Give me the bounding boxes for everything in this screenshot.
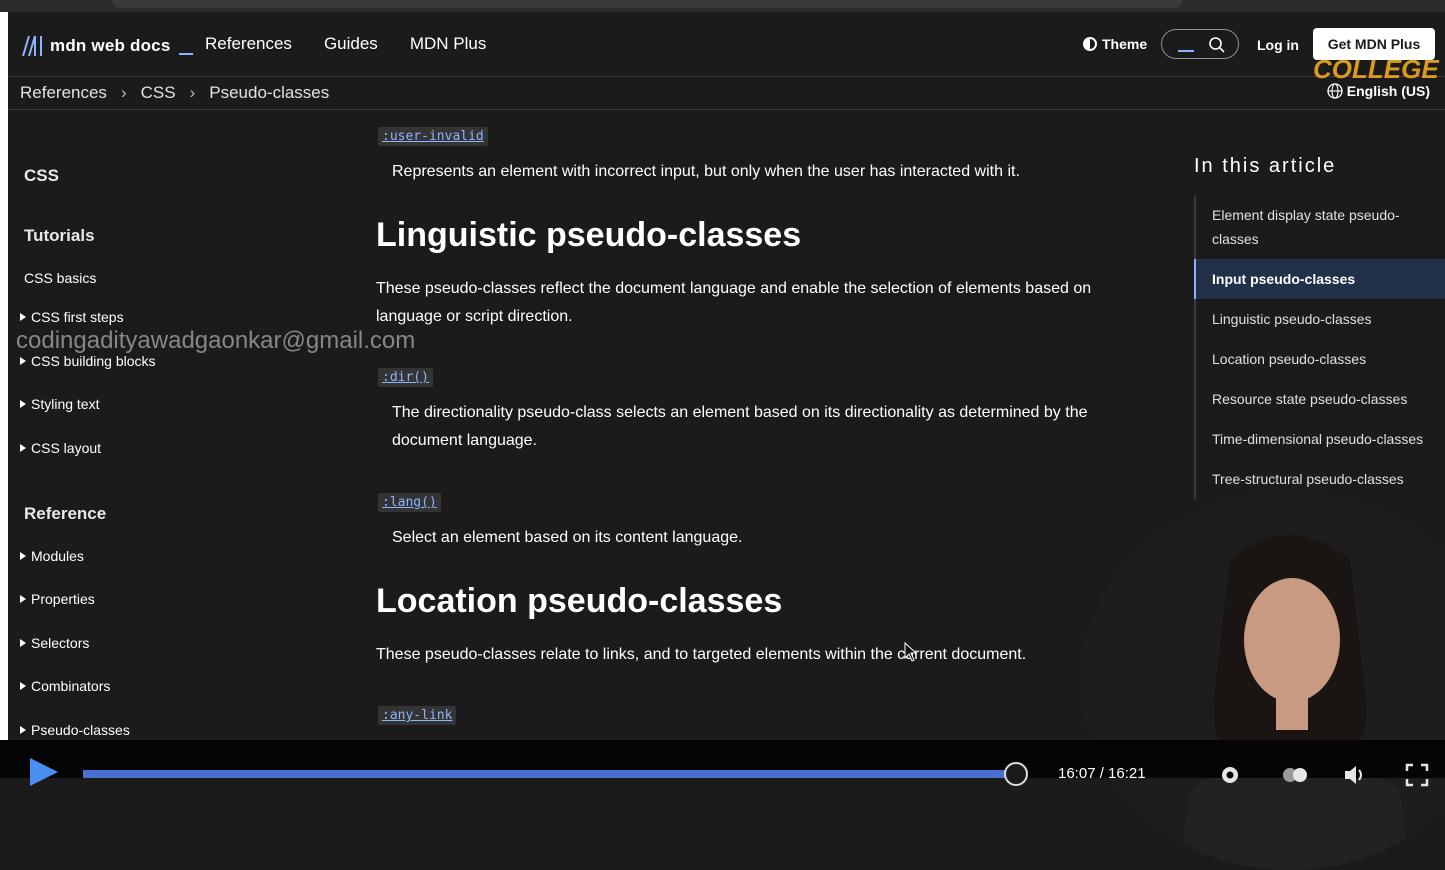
- breadcrumb-bar: References › CSS › Pseudo-classes Englis…: [8, 77, 1445, 110]
- nav-guides[interactable]: Guides: [324, 34, 378, 54]
- expand-triangle-icon: [20, 313, 26, 321]
- linguistic-paragraph: These pseudo-classes reflect the documen…: [376, 280, 1092, 325]
- seek-progress: [83, 770, 1014, 778]
- code-link-dir[interactable]: :dir(): [378, 368, 433, 387]
- code-link-any-link[interactable]: :any-link: [378, 706, 457, 725]
- expand-triangle-icon: [20, 639, 26, 647]
- sidebar-item-css-layout[interactable]: CSS layout: [20, 440, 101, 456]
- sidebar-item-label: CSS basics: [24, 270, 97, 286]
- sidebar-item-label: Selectors: [31, 635, 90, 651]
- browser-chrome: [0, 0, 1445, 12]
- language-selector[interactable]: English (US): [1327, 83, 1430, 99]
- toc-item[interactable]: Linguistic pseudo-classes: [1196, 299, 1445, 339]
- sidebar-item-css-building-blocks[interactable]: CSS building blocks: [20, 353, 156, 369]
- table-of-contents: In this article Element display state ps…: [1194, 155, 1445, 505]
- window-edge: [0, 12, 8, 740]
- seek-handle[interactable]: [1003, 762, 1028, 786]
- expand-triangle-icon: [20, 595, 26, 603]
- search-input[interactable]: [1161, 29, 1239, 59]
- expand-triangle-icon: [20, 552, 26, 560]
- mdn-logo[interactable]: mdn web docs: [20, 34, 194, 58]
- toc-item[interactable]: Element display state pseudo-classes: [1196, 195, 1445, 259]
- email-watermark: codingadityawadgaonkar@gmail.com: [16, 327, 416, 354]
- expand-triangle-icon: [20, 400, 26, 408]
- top-navigation: mdn web docs References Guides MDN Plus …: [8, 12, 1445, 84]
- dir-description: The directionality pseudo-class selects …: [392, 404, 1088, 449]
- expand-triangle-icon: [20, 444, 26, 452]
- sidebar-item-properties[interactable]: Properties: [20, 591, 95, 607]
- settings-gear-icon[interactable]: [1217, 762, 1243, 788]
- toc-list: Element display state pseudo-classes Inp…: [1194, 195, 1445, 499]
- breadcrumb-separator: ›: [189, 83, 196, 102]
- search-icon[interactable]: [1208, 36, 1226, 54]
- sidebar-item-styling-text[interactable]: Styling text: [20, 396, 99, 412]
- toc-item-active[interactable]: Input pseudo-classes: [1194, 259, 1445, 299]
- sidebar-heading-tutorials: Tutorials: [24, 226, 95, 245]
- sidebar-title[interactable]: CSS: [24, 166, 59, 186]
- address-bar[interactable]: [112, 0, 1182, 8]
- code-link-lang[interactable]: :lang(): [378, 493, 441, 512]
- sidebar-item-css-first-steps[interactable]: CSS first steps: [20, 309, 124, 325]
- sidebar-item-label: CSS first steps: [31, 309, 124, 325]
- nav-mdn-plus[interactable]: MDN Plus: [410, 34, 487, 54]
- sidebar-item-label: Pseudo-classes: [31, 722, 130, 738]
- mouse-cursor-icon: [904, 642, 918, 662]
- video-player-controls: 16:07 / 16:21: [0, 740, 1445, 787]
- toc-item[interactable]: Location pseudo-classes: [1196, 339, 1445, 379]
- fullscreen-icon[interactable]: [1404, 762, 1430, 788]
- sidebar-item-modules[interactable]: Modules: [20, 548, 84, 564]
- sidebar-heading-reference: Reference: [24, 504, 107, 523]
- lang-description: Select an element based on its content l…: [392, 529, 743, 546]
- main-nav: References Guides MDN Plus: [205, 34, 486, 54]
- expand-triangle-icon: [20, 357, 26, 365]
- sidebar-item-label: CSS layout: [31, 440, 102, 456]
- play-icon[interactable]: [30, 758, 58, 786]
- volume-icon[interactable]: [1342, 762, 1368, 788]
- toc-item[interactable]: Resource state pseudo-classes: [1196, 379, 1445, 419]
- language-label: English (US): [1346, 83, 1430, 99]
- sidebar-item-label: CSS building blocks: [31, 353, 156, 369]
- sidebar-item-pseudo-classes[interactable]: Pseudo-classes: [20, 722, 130, 738]
- sidebar-item-label: Combinators: [31, 678, 111, 694]
- sidebar-item-combinators[interactable]: Combinators: [20, 678, 110, 694]
- search-cursor: [1178, 50, 1194, 52]
- playback-time: 16:07 / 16:21: [1058, 765, 1146, 782]
- toc-title: In this article: [1194, 155, 1337, 177]
- nav-references[interactable]: References: [205, 34, 292, 54]
- sidebar-item-label: Properties: [31, 591, 95, 607]
- logo-text: mdn web docs: [50, 36, 171, 55]
- breadcrumb-css[interactable]: CSS: [141, 83, 176, 103]
- seek-bar[interactable]: [83, 770, 1023, 778]
- login-link[interactable]: Log in: [1257, 37, 1299, 53]
- expand-triangle-icon: [20, 726, 26, 734]
- sidebar: CSS Tutorials CSS basics CSS first steps…: [8, 110, 353, 740]
- sidebar-item-css-basics[interactable]: CSS basics: [24, 270, 96, 286]
- sidebar-item-selectors[interactable]: Selectors: [20, 635, 89, 651]
- contrast-icon: [1083, 37, 1097, 51]
- location-paragraph: These pseudo-classes relate to links, an…: [376, 646, 1027, 663]
- breadcrumb: References › CSS › Pseudo-classes: [20, 83, 329, 103]
- theme-toggle[interactable]: Theme: [1083, 36, 1147, 52]
- expand-triangle-icon: [20, 682, 26, 690]
- user-invalid-description: Represents an element with incorrect inp…: [392, 163, 1020, 180]
- breadcrumb-separator: ›: [120, 83, 127, 102]
- heading-linguistic-pseudo-classes: Linguistic pseudo-classes: [376, 216, 802, 254]
- sidebar-item-label: Styling text: [31, 396, 100, 412]
- breadcrumb-pseudo-classes[interactable]: Pseudo-classes: [209, 83, 329, 103]
- mdn-logo-icon: [22, 35, 42, 57]
- code-link-user-invalid[interactable]: :user-invalid: [378, 127, 488, 146]
- breadcrumb-references[interactable]: References: [20, 83, 107, 103]
- speed-icon[interactable]: [1280, 762, 1310, 788]
- logo-cursor: [179, 53, 194, 55]
- article-content: :user-invalid Represents an element with…: [376, 110, 1156, 740]
- theme-label: Theme: [1102, 36, 1148, 52]
- sidebar-item-label: Modules: [31, 548, 84, 564]
- heading-location-pseudo-classes: Location pseudo-classes: [376, 582, 783, 620]
- globe-icon: [1327, 83, 1343, 99]
- toc-item[interactable]: Time-dimensional pseudo-classes: [1196, 419, 1445, 459]
